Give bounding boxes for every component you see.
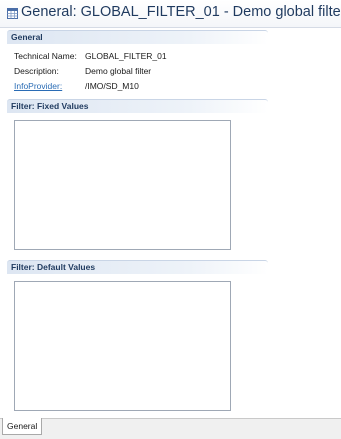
technical-name-label: Technical Name: xyxy=(14,51,77,61)
fixed-values-section-title: Filter: Fixed Values xyxy=(11,101,89,111)
fixed-values-list[interactable] xyxy=(14,120,231,250)
editor-bottom-tab-bar: General xyxy=(0,418,341,439)
fixed-values-section-header[interactable]: Filter: Fixed Values xyxy=(7,99,268,113)
default-values-section-title: Filter: Default Values xyxy=(11,262,96,272)
editor-title-bar: General: GLOBAL_FILTER_01 - Demo global … xyxy=(0,0,341,28)
tab-general[interactable]: General xyxy=(2,418,43,435)
editor-title: General: GLOBAL_FILTER_01 - Demo global … xyxy=(21,4,341,20)
infoprovider-value: /IMO/SD_M10 xyxy=(85,81,139,91)
infoprovider-link[interactable]: InfoProvider: xyxy=(14,81,62,91)
general-section-header[interactable]: General xyxy=(7,30,268,44)
table-grid-icon xyxy=(7,8,18,19)
default-values-section-header[interactable]: Filter: Default Values xyxy=(7,260,268,274)
technical-name-value: GLOBAL_FILTER_01 xyxy=(85,51,167,61)
description-label: Description: xyxy=(14,66,59,76)
description-value: Demo global filter xyxy=(85,66,152,76)
default-values-list[interactable] xyxy=(14,281,231,411)
editor-content: General Technical Name: GLOBAL_FILTER_01… xyxy=(0,29,341,418)
general-section-title: General xyxy=(11,32,43,42)
